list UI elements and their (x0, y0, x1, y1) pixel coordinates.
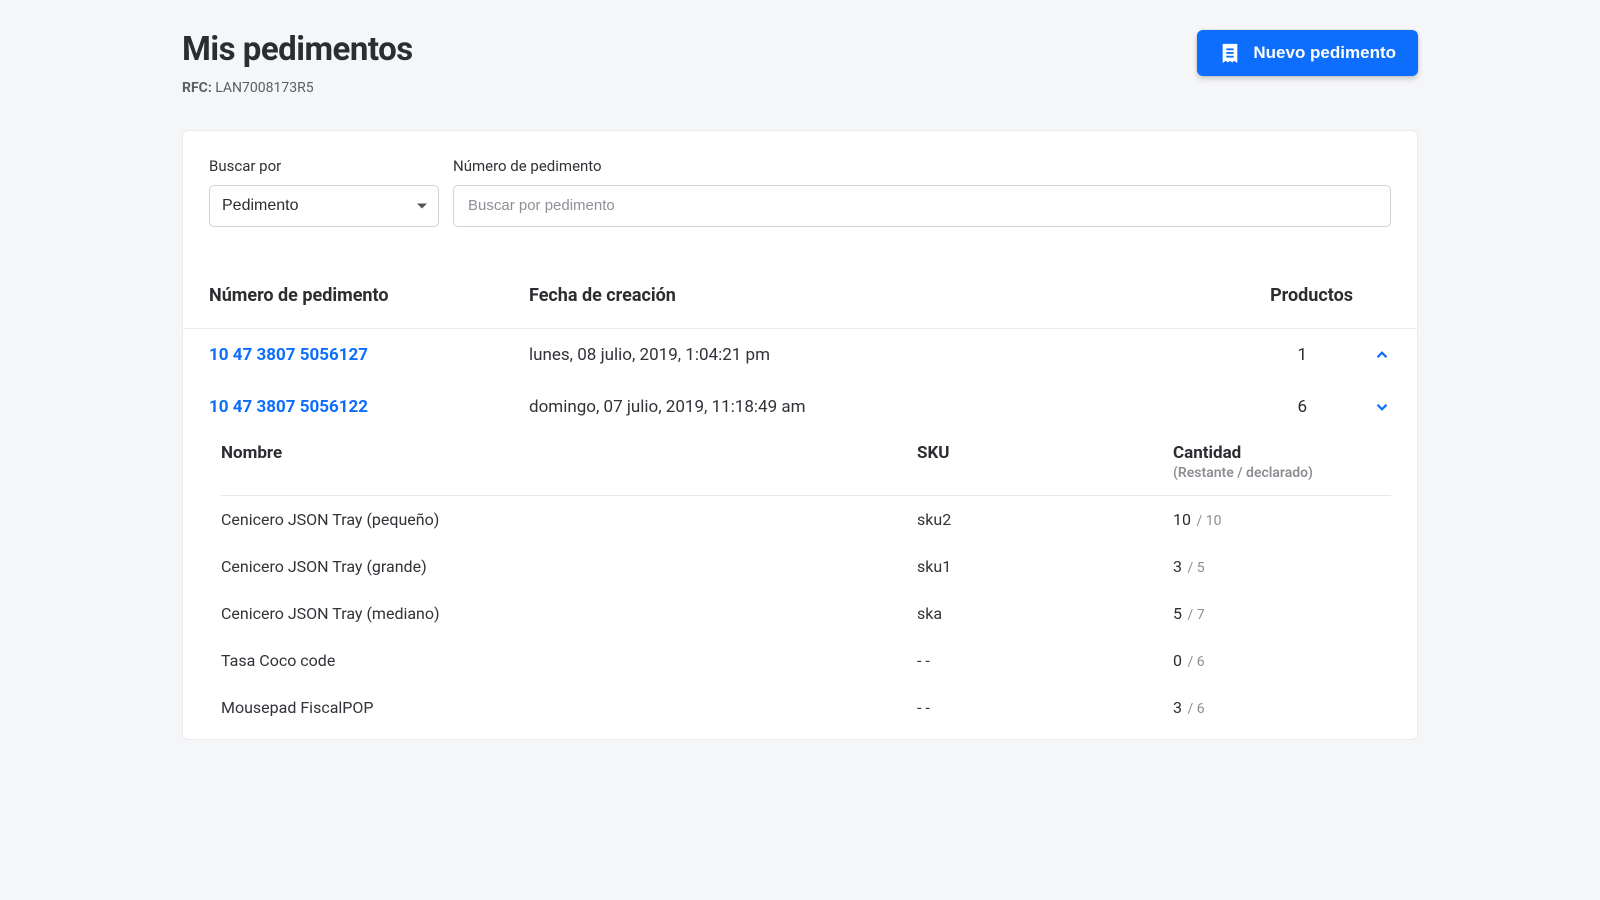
product-sku: - - (917, 698, 1173, 717)
product-quantity: 0 / 6 (1173, 651, 1391, 670)
number-label: Número de pedimento (453, 157, 1391, 175)
product-name: Cenicero JSON Tray (mediano) (221, 604, 917, 623)
product-quantity: 3 / 5 (1173, 557, 1391, 576)
pedimento-number-link[interactable]: 10 47 3807 5056122 (209, 397, 529, 417)
pedimento-row: 10 47 3807 5056127 lunes, 08 julio, 2019… (183, 329, 1417, 381)
product-row: Cenicero JSON Tray (pequeño) sku2 10 / 1… (221, 496, 1391, 543)
column-header-number: Número de pedimento (209, 285, 529, 306)
pedimento-products-count: 6 (1251, 397, 1331, 417)
chevron-up-icon[interactable] (1373, 346, 1391, 364)
new-pedimento-button[interactable]: Nuevo pedimento (1197, 30, 1418, 76)
inner-column-header-qty: Cantidad (Restante / declarado) (1173, 443, 1391, 481)
search-by-label: Buscar por (209, 157, 439, 175)
product-name: Tasa Coco code (221, 651, 917, 670)
product-sku: sku2 (917, 510, 1173, 529)
product-row: Cenicero JSON Tray (mediano) ska 5 / 7 (221, 590, 1391, 637)
search-by-select[interactable]: Pedimento (209, 185, 439, 227)
column-header-created: Fecha de creación (529, 285, 1213, 306)
product-row: Cenicero JSON Tray (grande) sku1 3 / 5 (221, 543, 1391, 590)
new-pedimento-button-label: Nuevo pedimento (1253, 43, 1396, 63)
pedimento-created-date: lunes, 08 julio, 2019, 1:04:21 pm (529, 345, 1251, 365)
product-sku: - - (917, 651, 1173, 670)
product-name: Mousepad FiscalPOP (221, 698, 917, 717)
inner-column-header-name: Nombre (221, 443, 917, 481)
product-sku: ska (917, 604, 1173, 623)
inner-column-header-sku: SKU (917, 443, 1173, 481)
product-quantity: 3 / 6 (1173, 698, 1391, 717)
product-name: Cenicero JSON Tray (grande) (221, 557, 917, 576)
product-quantity: 10 / 10 (1173, 510, 1391, 529)
product-row: Mousepad FiscalPOP - - 3 / 6 (221, 684, 1391, 731)
product-quantity: 5 / 7 (1173, 604, 1391, 623)
pedimento-created-date: domingo, 07 julio, 2019, 11:18:49 am (529, 397, 1251, 417)
expanded-products-panel: Nombre SKU Cantidad (Restante / declarad… (183, 433, 1417, 739)
pedimento-number-link[interactable]: 10 47 3807 5056127 (209, 345, 529, 365)
pedimento-row: 10 47 3807 5056122 domingo, 07 julio, 20… (183, 381, 1417, 433)
inner-column-header-qty-sub: (Restante / declarado) (1173, 465, 1391, 481)
product-sku: sku1 (917, 557, 1173, 576)
pedimento-products-count: 1 (1251, 345, 1331, 365)
rfc-value: LAN7008173R5 (215, 80, 313, 96)
rfc-label: RFC: (182, 80, 212, 96)
table-header-row: Número de pedimento Fecha de creación Pr… (183, 227, 1417, 329)
product-row: Tasa Coco code - - 0 / 6 (221, 637, 1391, 684)
product-name: Cenicero JSON Tray (pequeño) (221, 510, 917, 529)
page-title: Mis pedimentos (182, 30, 413, 70)
receipt-icon (1219, 42, 1241, 64)
rfc-line: RFC: LAN7008173R5 (182, 80, 413, 96)
chevron-down-icon[interactable] (1373, 398, 1391, 416)
products-header-row: Nombre SKU Cantidad (Restante / declarad… (221, 433, 1391, 496)
column-header-products: Productos (1213, 285, 1353, 306)
pedimentos-card: Buscar por Pedimento Número de pedimento… (182, 130, 1418, 740)
pedimento-search-input[interactable] (453, 185, 1391, 227)
